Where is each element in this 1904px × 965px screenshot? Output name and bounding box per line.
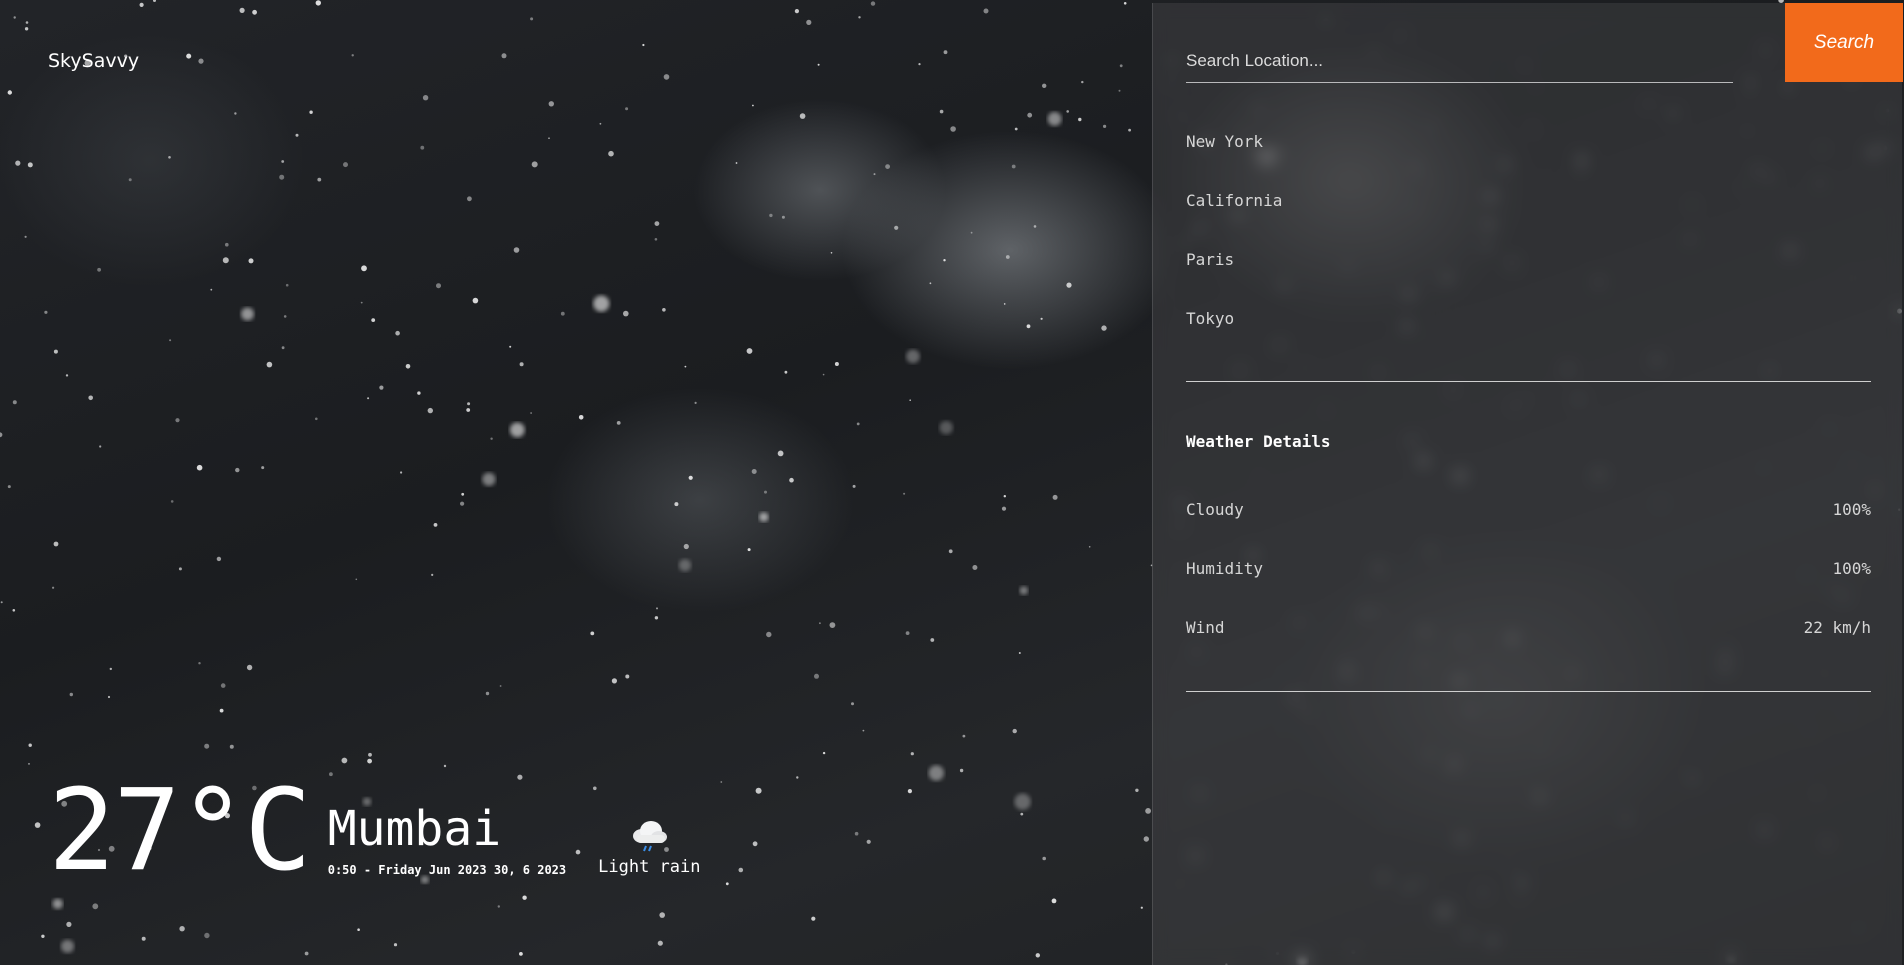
- condition-label: Light rain: [598, 857, 701, 877]
- detail-row-cloudy: Cloudy 100%: [1186, 499, 1871, 558]
- detail-value: 100%: [1832, 559, 1871, 578]
- weather-details-list: Cloudy 100% Humidity 100% Wind 22 km/h: [1186, 499, 1871, 676]
- location-item-tokyo[interactable]: Tokyo: [1186, 308, 1282, 367]
- detail-label: Humidity: [1186, 559, 1264, 578]
- rain-cloud-icon: [633, 821, 668, 852]
- current-temperature: 27°C: [48, 766, 312, 896]
- detail-label: Cloudy: [1186, 500, 1244, 519]
- search-location-input[interactable]: [1186, 41, 1733, 83]
- weather-details-title: Weather Details: [1186, 432, 1331, 451]
- current-datetime: 0:50 - Friday Jun 2023 30, 6 2023: [327, 863, 567, 877]
- location-item-new-york[interactable]: New York: [1186, 131, 1282, 190]
- detail-row-humidity: Humidity 100%: [1186, 558, 1871, 617]
- brand-logo: SkySavvy: [48, 50, 140, 72]
- location-item-paris[interactable]: Paris: [1186, 249, 1282, 308]
- city-block: Mumbai 0:50 - Friday Jun 2023 30, 6 2023: [328, 803, 566, 877]
- detail-label: Wind: [1186, 618, 1225, 637]
- detail-value: 100%: [1832, 500, 1871, 519]
- divider: [1186, 381, 1871, 382]
- detail-value: 22 km/h: [1803, 618, 1871, 637]
- search-row: Search: [1186, 3, 1903, 83]
- side-panel: Search New York California Paris Tokyo W…: [1152, 3, 1903, 965]
- search-button[interactable]: Search: [1785, 3, 1903, 82]
- divider: [1186, 691, 1871, 692]
- location-list: New York California Paris Tokyo: [1186, 131, 1282, 367]
- weather-condition: Light rain: [598, 819, 701, 877]
- location-item-california[interactable]: California: [1186, 190, 1282, 249]
- current-weather: 27°C Mumbai 0:50 - Friday Jun 2023 30, 6…: [48, 775, 701, 887]
- detail-row-wind: Wind 22 km/h: [1186, 617, 1871, 676]
- city-name: Mumbai: [327, 801, 502, 857]
